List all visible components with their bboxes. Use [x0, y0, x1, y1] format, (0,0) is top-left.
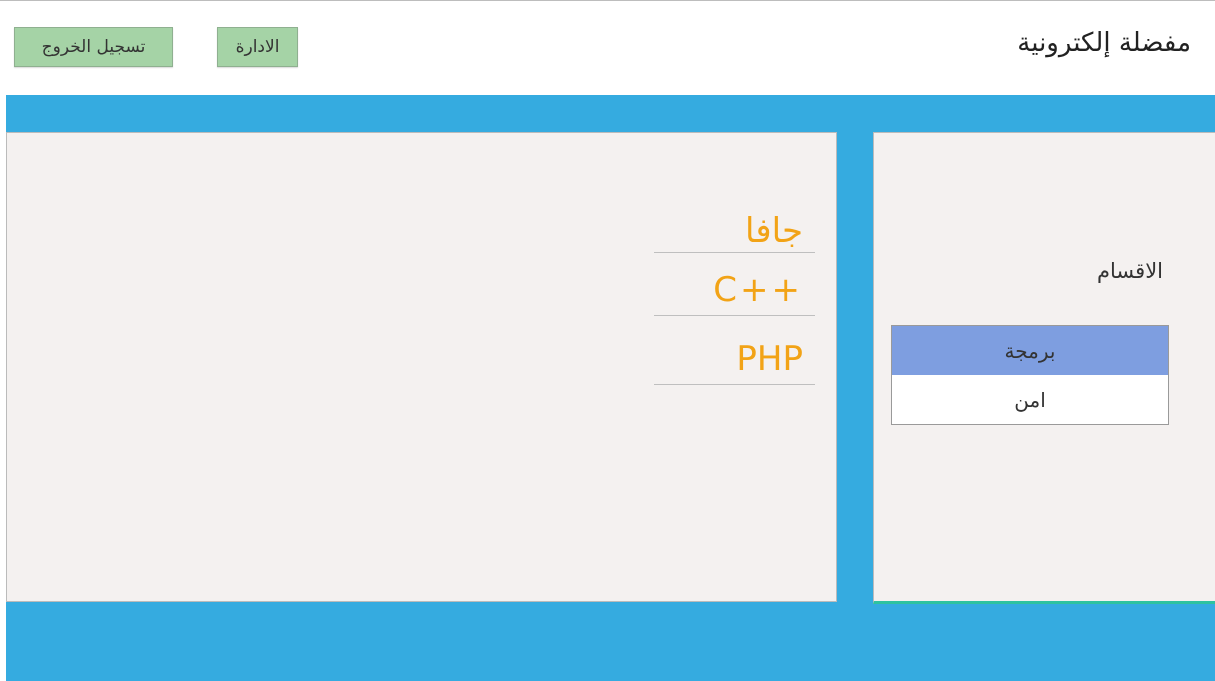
top-divider	[0, 0, 1215, 1]
language-link-php[interactable]: PHP	[654, 339, 815, 385]
content-panel: جافا C++ PHP	[6, 132, 837, 602]
language-label-cpp: C++	[713, 270, 803, 310]
admin-button[interactable]: الادارة	[217, 27, 298, 67]
language-link-java[interactable]: جافا	[654, 211, 815, 253]
language-link-cpp[interactable]: C++	[654, 270, 815, 316]
app-title: مفضلة إلكترونية	[1017, 28, 1191, 58]
categories-heading: الاقسام	[1097, 259, 1163, 283]
category-list: برمجة امن	[891, 325, 1169, 425]
category-item-security[interactable]: امن	[892, 375, 1168, 424]
category-item-programming[interactable]: برمجة	[892, 326, 1168, 375]
categories-sidebar: الاقسام برمجة امن	[873, 132, 1215, 604]
logout-button[interactable]: تسجيل الخروج	[14, 27, 173, 67]
